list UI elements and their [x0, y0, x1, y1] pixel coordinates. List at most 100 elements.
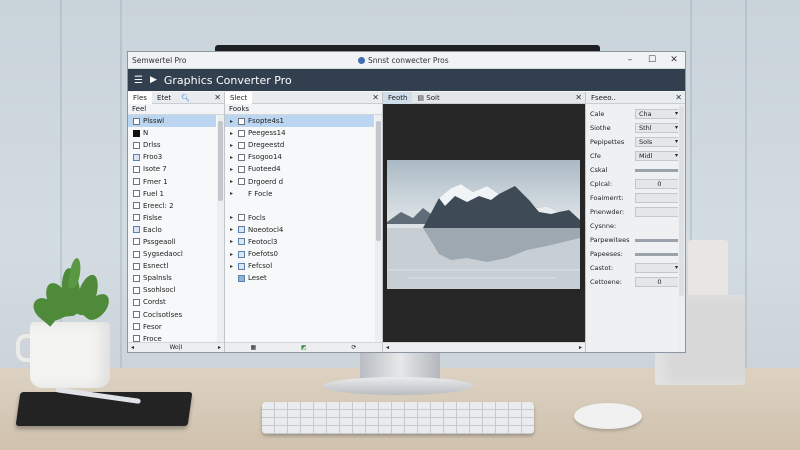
select-list-item[interactable]: ▸ Fsogoo14 — [225, 151, 374, 163]
property-label: Cysnne: — [590, 222, 617, 230]
file-list-item[interactable]: Ssohlsocl — [128, 284, 216, 296]
property-slider[interactable] — [635, 248, 685, 256]
file-list-item[interactable]: Eaclo — [128, 224, 216, 236]
property-row: Cale Cha ▾ — [586, 107, 685, 121]
files-scrollbar[interactable] — [217, 115, 224, 342]
chevron-right-icon[interactable]: ▸ — [230, 263, 235, 270]
scroll-right-icon[interactable]: ▸ — [579, 344, 582, 351]
select-list-item[interactable]: ▸ Focls — [225, 212, 374, 224]
select-list-item[interactable]: ▸ Noeotocl4 — [225, 224, 374, 236]
files-footer[interactable]: ◂ Wo|I ▸ — [128, 342, 224, 352]
property-value: – — [635, 222, 681, 230]
file-list-item[interactable]: Pssgeaoll — [128, 236, 216, 248]
chevron-right-icon[interactable]: ▸ — [230, 214, 235, 221]
property-row: Pepipettes Sols ▾ — [586, 135, 685, 149]
preview-canvas[interactable] — [383, 104, 585, 342]
properties-scrollbar[interactable] — [678, 104, 685, 352]
file-list-item[interactable]: Coclsotlses — [128, 309, 216, 321]
refresh-icon[interactable]: ⟳ — [352, 344, 357, 351]
chevron-right-icon[interactable]: ▸ — [230, 178, 235, 185]
chevron-right-icon[interactable]: ▸ — [230, 142, 235, 149]
file-list-item[interactable]: Fesor — [128, 321, 216, 333]
close-pane-icon[interactable]: ✕ — [675, 93, 682, 102]
file-list-item[interactable]: Spalnsls — [128, 272, 216, 284]
chevron-right-icon[interactable]: ▸ — [230, 190, 235, 197]
tab-preview[interactable]: Feoth — [383, 91, 413, 104]
select-list-item[interactable]: ▸ Foefots0 — [225, 248, 374, 260]
close-pane-icon[interactable]: ✕ — [372, 93, 379, 102]
tab-edit[interactable]: Etet — [152, 92, 176, 104]
select-list-item[interactable]: ▸ Drgoerd d — [225, 175, 374, 187]
select-list-item[interactable]: ▸ F Focle — [225, 188, 374, 200]
file-list-item[interactable]: Ereecl: 2 — [128, 200, 216, 212]
file-list-item-label: Drlss — [143, 141, 161, 150]
chevron-right-icon[interactable]: ▸ — [230, 166, 235, 173]
chevron-right-icon[interactable]: ▸ — [230, 154, 235, 161]
scroll-left-icon[interactable]: ◂ — [386, 344, 389, 351]
property-field[interactable] — [635, 207, 681, 217]
preview-scrollbar[interactable]: ◂ ▸ — [383, 342, 585, 352]
grid-icon[interactable]: ▦ — [250, 344, 256, 351]
select-list-item[interactable]: ▸ Dregeestd — [225, 139, 374, 151]
scroll-right-icon[interactable]: ▸ — [218, 344, 221, 351]
select-list-item[interactable] — [225, 200, 374, 212]
chevron-right-icon[interactable]: ▸ — [230, 238, 235, 245]
file-list-item[interactable]: Plsswl — [128, 115, 216, 128]
select-list-item-label: Drgoerd d — [248, 177, 284, 186]
property-dropdown[interactable]: ▾ — [635, 263, 681, 273]
file-list-item[interactable]: Sygsedaocl — [128, 248, 216, 260]
property-field[interactable]: 0 — [635, 277, 681, 287]
select-list-item[interactable]: Leset — [225, 272, 374, 284]
tab-split[interactable]: ▤ Soit — [412, 92, 444, 104]
scroll-left-icon[interactable]: ◂ — [131, 344, 134, 351]
file-list-item[interactable]: Isote 7 — [128, 163, 216, 175]
file-icon — [133, 190, 140, 198]
chevron-right-icon[interactable]: ▸ — [230, 130, 235, 137]
select-list-item[interactable]: ▸ Fuoteed4 — [225, 163, 374, 175]
property-dropdown[interactable]: Sthl ▾ — [635, 123, 681, 133]
file-icon — [238, 202, 245, 209]
file-list-item[interactable]: Froo3 — [128, 151, 216, 163]
window-titlebar[interactable]: Semwertel Pro Snnst conwecter Pros – ☐ ✕ — [128, 52, 685, 69]
select-list-item[interactable]: ▸ Peegess14 — [225, 127, 374, 139]
select-subheader: Fooks — [225, 104, 382, 115]
property-value: Midl — [639, 152, 653, 160]
select-list-item[interactable]: ▸ Fefcsol — [225, 260, 374, 272]
select-scrollbar[interactable] — [375, 115, 382, 342]
search-icon[interactable]: 🔍︎ — [176, 92, 195, 104]
select-list-item[interactable]: ▸ Fsopte4s1 — [225, 115, 374, 128]
select-list-item-label: Dregeestd — [248, 141, 285, 150]
tab-select[interactable]: Slect — [225, 91, 253, 104]
property-dropdown[interactable]: Sols ▾ — [635, 137, 681, 147]
close-window-button[interactable]: ✕ — [663, 55, 685, 65]
file-list-item[interactable]: Fuel 1 — [128, 188, 216, 200]
tab-files[interactable]: Fles — [128, 91, 152, 104]
property-slider[interactable] — [635, 234, 685, 242]
menu-icon[interactable]: ☰ — [134, 75, 143, 86]
minimize-button[interactable]: – — [619, 55, 641, 65]
file-list-item[interactable]: Esnectl — [128, 260, 216, 272]
select-list-item[interactable]: ▸ Feotocl3 — [225, 236, 374, 248]
chevron-right-icon[interactable]: ▸ — [230, 118, 235, 125]
file-icon — [238, 238, 245, 246]
property-slider[interactable] — [635, 164, 685, 172]
file-list-item[interactable]: Drlss — [128, 139, 216, 151]
properties-list: Cale Cha ▾ Siothe Sthl ▾ Pepipettes Sols ▾ Cfe Mid… — [586, 104, 685, 289]
chevron-right-icon[interactable]: ▸ — [230, 226, 235, 233]
property-dropdown[interactable]: Midl ▾ — [635, 151, 681, 161]
close-pane-icon[interactable]: ✕ — [575, 93, 582, 102]
file-list-item[interactable]: Cordst — [128, 296, 216, 308]
image-icon[interactable]: ◩ — [301, 344, 307, 351]
property-dropdown[interactable]: Cha ▾ — [635, 109, 681, 119]
file-list-item[interactable]: N — [128, 127, 216, 139]
maximize-button[interactable]: ☐ — [641, 55, 663, 65]
play-icon[interactable]: ▶ — [150, 75, 157, 85]
property-row: Cfe Midl ▾ — [586, 149, 685, 163]
property-label: Cskal — [590, 166, 608, 174]
file-list-item[interactable]: Fislse — [128, 212, 216, 224]
property-field[interactable]: 0 — [635, 179, 681, 189]
chevron-right-icon[interactable]: ▸ — [230, 251, 235, 258]
close-pane-icon[interactable]: ✕ — [214, 93, 221, 102]
file-list-item[interactable]: Fmer 1 — [128, 175, 216, 187]
property-field[interactable] — [635, 193, 681, 203]
